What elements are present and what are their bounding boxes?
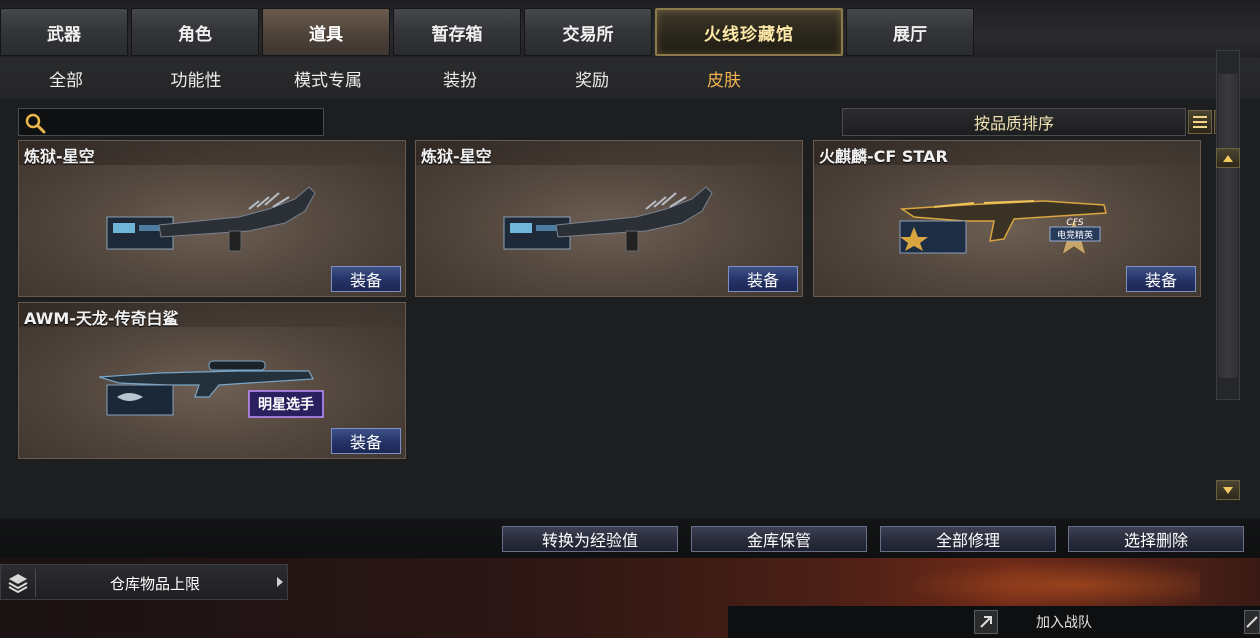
- select-delete-button[interactable]: 选择删除: [1068, 526, 1244, 552]
- tab-weapons[interactable]: 武器: [0, 8, 128, 56]
- sort-dropdown[interactable]: 按品质排序: [842, 108, 1186, 136]
- item-card[interactable]: 炼狱-星空 装备: [415, 140, 803, 297]
- ember-glow: [900, 560, 1200, 610]
- main-tab-bar: 武器 角色 道具 暂存箱 交易所 火线珍藏馆 展厅: [0, 0, 1260, 58]
- sub-tab-bar: 全部 功能性 模式专属 装扮 奖励 皮肤: [0, 58, 1260, 98]
- item-name: 火麒麟-CF STAR: [819, 147, 948, 166]
- expand-icon[interactable]: [974, 610, 998, 634]
- subtab-rewards[interactable]: 奖励: [526, 58, 658, 98]
- serpent-rifle-icon: [106, 186, 316, 252]
- triangle-down-icon: [1223, 486, 1233, 494]
- search-box: [18, 108, 324, 136]
- tab-temp-storage[interactable]: 暂存箱: [393, 8, 521, 56]
- item-name: AWM-天龙-传奇白鲨: [24, 309, 179, 328]
- subtab-all[interactable]: 全部: [0, 58, 132, 98]
- tab-items[interactable]: 道具: [262, 8, 390, 56]
- equip-button[interactable]: 装备: [331, 428, 401, 454]
- equip-button[interactable]: 装备: [1126, 266, 1196, 292]
- sniper-rifle-icon: 明星选手: [99, 360, 324, 418]
- vault-storage-button[interactable]: 金库保管: [691, 526, 867, 552]
- action-bar: 转换为经验值 金库保管 全部修理 选择删除: [0, 518, 1260, 558]
- equip-button[interactable]: 装备: [331, 266, 401, 292]
- tab-showroom[interactable]: 展厅: [846, 8, 974, 56]
- tab-exchange[interactable]: 交易所: [524, 8, 652, 56]
- repair-all-button[interactable]: 全部修理: [880, 526, 1056, 552]
- item-card[interactable]: 炼狱-星空 装备: [18, 140, 406, 297]
- triangle-up-icon: [1223, 154, 1233, 162]
- inventory-panel: 按品质排序 炼狱-星空 装备 炼狱-星空 装备 火麒麟-CF STAR 电竞精英…: [0, 98, 1260, 518]
- layers-icon: [8, 574, 28, 594]
- storage-limit-label: 仓库物品上限: [109, 574, 200, 593]
- cfs-badge-text: 电竞精英: [1057, 229, 1093, 241]
- serpent-rifle-icon: [503, 186, 713, 252]
- search-icon[interactable]: [23, 111, 47, 135]
- tab-collection-vault[interactable]: 火线珍藏馆: [655, 8, 843, 56]
- scroll-down-button[interactable]: [1216, 480, 1240, 500]
- chevron-right-icon[interactable]: [277, 577, 283, 587]
- convert-to-exp-button[interactable]: 转换为经验值: [502, 526, 678, 552]
- sort-menu-button[interactable]: [1188, 110, 1212, 134]
- join-team-label[interactable]: 加入战队: [1036, 606, 1092, 638]
- subtab-mode-exclusive[interactable]: 模式专属: [262, 58, 394, 98]
- subtab-skins[interactable]: 皮肤: [658, 58, 790, 98]
- item-card[interactable]: 火麒麟-CF STAR 电竞精英 CFS 装备: [813, 140, 1201, 297]
- search-input[interactable]: [51, 111, 319, 133]
- item-card[interactable]: AWM-天龙-传奇白鲨 明星选手 装备: [18, 302, 406, 459]
- storage-limit-bar[interactable]: 仓库物品上限: [0, 564, 288, 600]
- subtab-functional[interactable]: 功能性: [130, 58, 262, 98]
- expand-icon[interactable]: [1244, 610, 1260, 634]
- item-name: 炼狱-星空: [24, 147, 95, 166]
- sort-label: 按品质排序: [973, 114, 1054, 133]
- subtab-outfit[interactable]: 装扮: [394, 58, 526, 98]
- menu-icon: [1193, 116, 1207, 128]
- cfs-logo-text: CFS: [1066, 218, 1083, 228]
- scroll-up-button[interactable]: [1216, 148, 1240, 168]
- equip-button[interactable]: 装备: [728, 266, 798, 292]
- item-name: 炼狱-星空: [421, 147, 492, 166]
- tab-characters[interactable]: 角色: [131, 8, 259, 56]
- star-player-badge-text: 明星选手: [258, 396, 314, 413]
- golden-ak-icon: 电竞精英 CFS: [899, 200, 1107, 257]
- scrollbar-thumb[interactable]: [1218, 74, 1238, 378]
